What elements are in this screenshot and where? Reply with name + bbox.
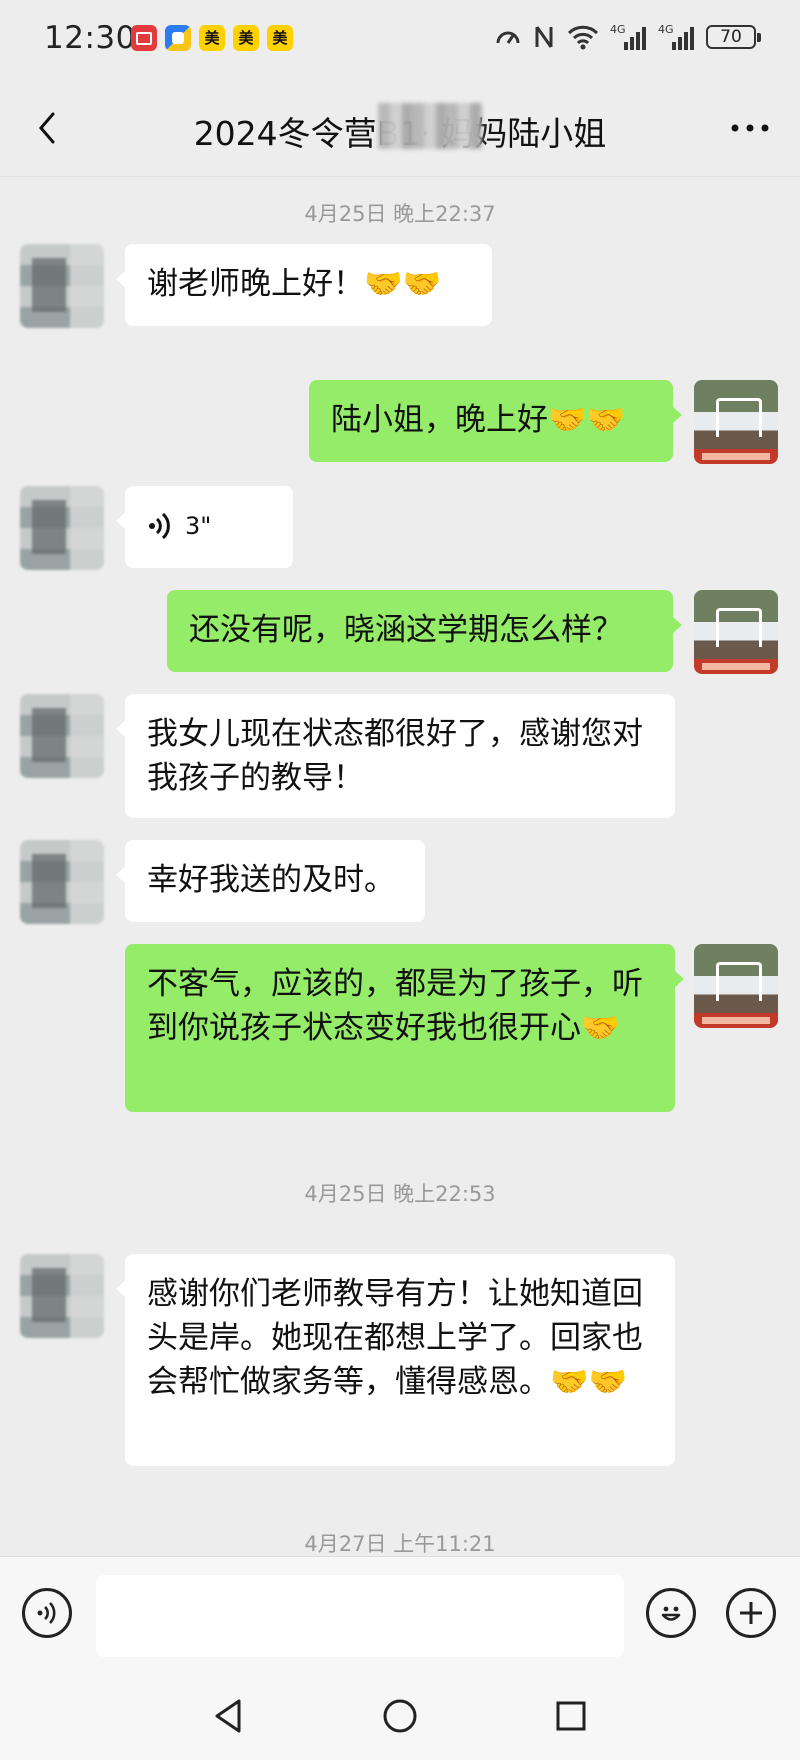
speed-icon <box>494 23 522 51</box>
redacted-name <box>378 103 482 149</box>
message-bubble[interactable]: 谢老师晚上好！🤝🤝 <box>116 244 492 326</box>
nfc-icon <box>532 23 556 51</box>
message-list[interactable]: 4月25日 晚上22:37 谢老师晚上好！🤝🤝 陆小姐，晚上好🤝🤝 3" 还没有… <box>0 176 800 1556</box>
my-avatar[interactable] <box>694 380 778 464</box>
circle-home-icon <box>383 1699 417 1733</box>
back-button[interactable] <box>24 104 72 152</box>
network-label: 4G <box>610 23 626 36</box>
meituan-icon: 美 <box>267 25 293 51</box>
nav-home-button[interactable] <box>376 1692 424 1740</box>
message-text: 陆小姐，晚上好🤝🤝 <box>331 402 626 438</box>
emoji-button[interactable] <box>646 1588 696 1638</box>
message-timestamp: 4月27日 上午11:21 <box>304 1532 496 1556</box>
battery-icon: 70 <box>706 25 761 49</box>
message-bubble[interactable]: 幸好我送的及时。 <box>116 840 425 922</box>
my-avatar[interactable] <box>694 944 778 1028</box>
app-notification-icon <box>165 25 191 51</box>
voice-play-icon <box>149 512 170 540</box>
status-bar: 12:30 美 美 美 4G 4G 70 <box>0 0 800 80</box>
message-timestamp: 4月25日 晚上22:53 <box>304 1182 496 1206</box>
contact-avatar[interactable] <box>20 694 104 778</box>
status-indicators: 4G 4G 70 <box>494 22 761 52</box>
message-text: 谢老师晚上好！🤝🤝 <box>147 266 442 302</box>
message-timestamp: 4月25日 晚上22:37 <box>304 202 496 226</box>
voice-message-bubble[interactable]: 3" <box>116 486 293 568</box>
voice-input-button[interactable] <box>22 1588 72 1638</box>
message-text: 不客气，应该的，都是为了孩子，听到你说孩子状态变好我也很开心🤝 <box>147 966 643 1046</box>
contact-avatar[interactable] <box>20 1254 104 1338</box>
message-text: 我女儿现在状态都很好了，感谢您对我孩子的教导！ <box>147 716 643 796</box>
message-bubble[interactable]: 陆小姐，晚上好🤝🤝 <box>309 380 682 462</box>
more-functions-button[interactable] <box>726 1588 776 1638</box>
system-navigation-bar <box>0 1674 800 1760</box>
status-app-icons: 美 美 美 <box>131 25 293 51</box>
more-icon <box>731 124 769 132</box>
contact-avatar[interactable] <box>20 840 104 924</box>
network-label: 4G <box>658 23 674 36</box>
contact-avatar[interactable] <box>20 486 104 570</box>
contact-avatar[interactable] <box>20 244 104 328</box>
message-text: 感谢你们老师教导有方！让她知道回头是岸。她现在都想上学了。回家也会帮忙做家务等，… <box>147 1276 643 1400</box>
more-options-button[interactable] <box>724 104 776 152</box>
message-bubble[interactable]: 还没有呢，晓涵这学期怎么样？ <box>167 590 682 672</box>
plus-icon <box>740 1602 762 1624</box>
back-arrow-icon <box>39 112 55 144</box>
meituan-icon: 美 <box>199 25 225 51</box>
message-input[interactable] <box>96 1575 624 1657</box>
message-bubble[interactable]: 不客气，应该的，都是为了孩子，听到你说孩子状态变好我也很开心🤝 <box>125 944 684 1112</box>
meituan-icon: 美 <box>233 25 259 51</box>
square-recents-icon <box>556 1701 586 1731</box>
signal-icon: 4G <box>658 22 696 52</box>
signal-icon: 4G <box>610 22 648 52</box>
message-bubble[interactable]: 感谢你们老师教导有方！让她知道回头是岸。她现在都想上学了。回家也会帮忙做家务等，… <box>116 1254 675 1466</box>
chat-header: 2024冬令营B1· 妈妈陆小姐 <box>0 80 800 177</box>
emoji-icon <box>661 1606 681 1621</box>
message-text: 还没有呢，晓涵这学期怎么样？ <box>189 612 623 648</box>
nav-recents-button[interactable] <box>547 1692 595 1740</box>
status-time: 12:30 <box>44 20 136 56</box>
voice-icon <box>37 1602 56 1624</box>
app-notification-icon <box>131 25 157 51</box>
message-bubble[interactable]: 我女儿现在状态都很好了，感谢您对我孩子的教导！ <box>116 694 675 818</box>
triangle-back-icon <box>215 1699 241 1733</box>
voice-duration: 3" <box>185 512 212 540</box>
input-bar <box>0 1556 800 1675</box>
my-avatar[interactable] <box>694 590 778 674</box>
battery-level: 70 <box>720 27 742 47</box>
nav-back-button[interactable] <box>204 1692 252 1740</box>
message-text: 幸好我送的及时。 <box>147 862 395 898</box>
wifi-icon <box>566 23 600 51</box>
